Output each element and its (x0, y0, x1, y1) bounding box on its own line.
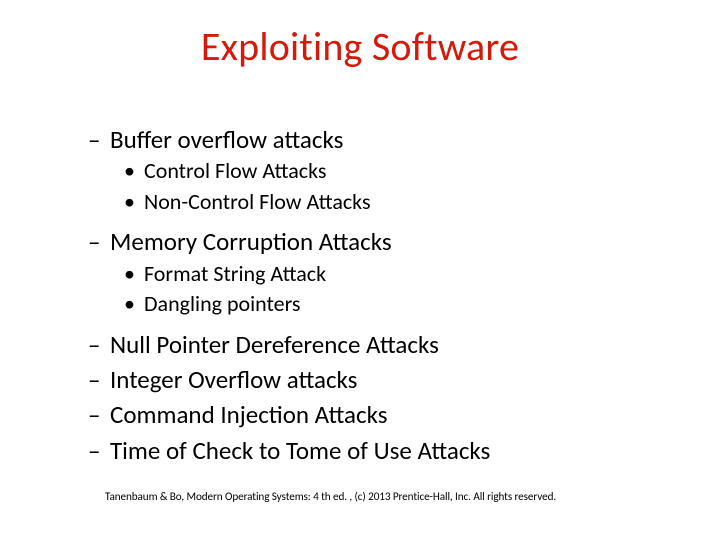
bullet-non-control-flow: Non-Control Flow Attacks (124, 188, 648, 217)
slide-title: Exploiting Software (0, 22, 720, 71)
bullet-format-string: Format String Attack (124, 260, 648, 289)
bullet-dangling-pointers: Dangling pointers (124, 290, 648, 319)
bullet-buffer-overflow: Buffer overflow attacks (88, 124, 648, 155)
bullet-memory-corruption: Memory Corruption Attacks (88, 226, 648, 257)
bullet-integer-overflow: Integer Overflow attacks (88, 364, 648, 395)
slide-body: Buffer overflow attacks Control Flow Att… (88, 120, 648, 468)
bullet-command-injection: Command Injection Attacks (88, 399, 648, 430)
bullet-null-pointer: Null Pointer Dereference Attacks (88, 329, 648, 360)
slide-footer-citation: Tanenbaum & Bo, Modern Operating Systems… (105, 490, 556, 504)
bullet-toctou: Time of Check to Tome of Use Attacks (88, 435, 648, 466)
slide: Exploiting Software Buffer overflow atta… (0, 0, 720, 540)
bullet-control-flow: Control Flow Attacks (124, 157, 648, 186)
